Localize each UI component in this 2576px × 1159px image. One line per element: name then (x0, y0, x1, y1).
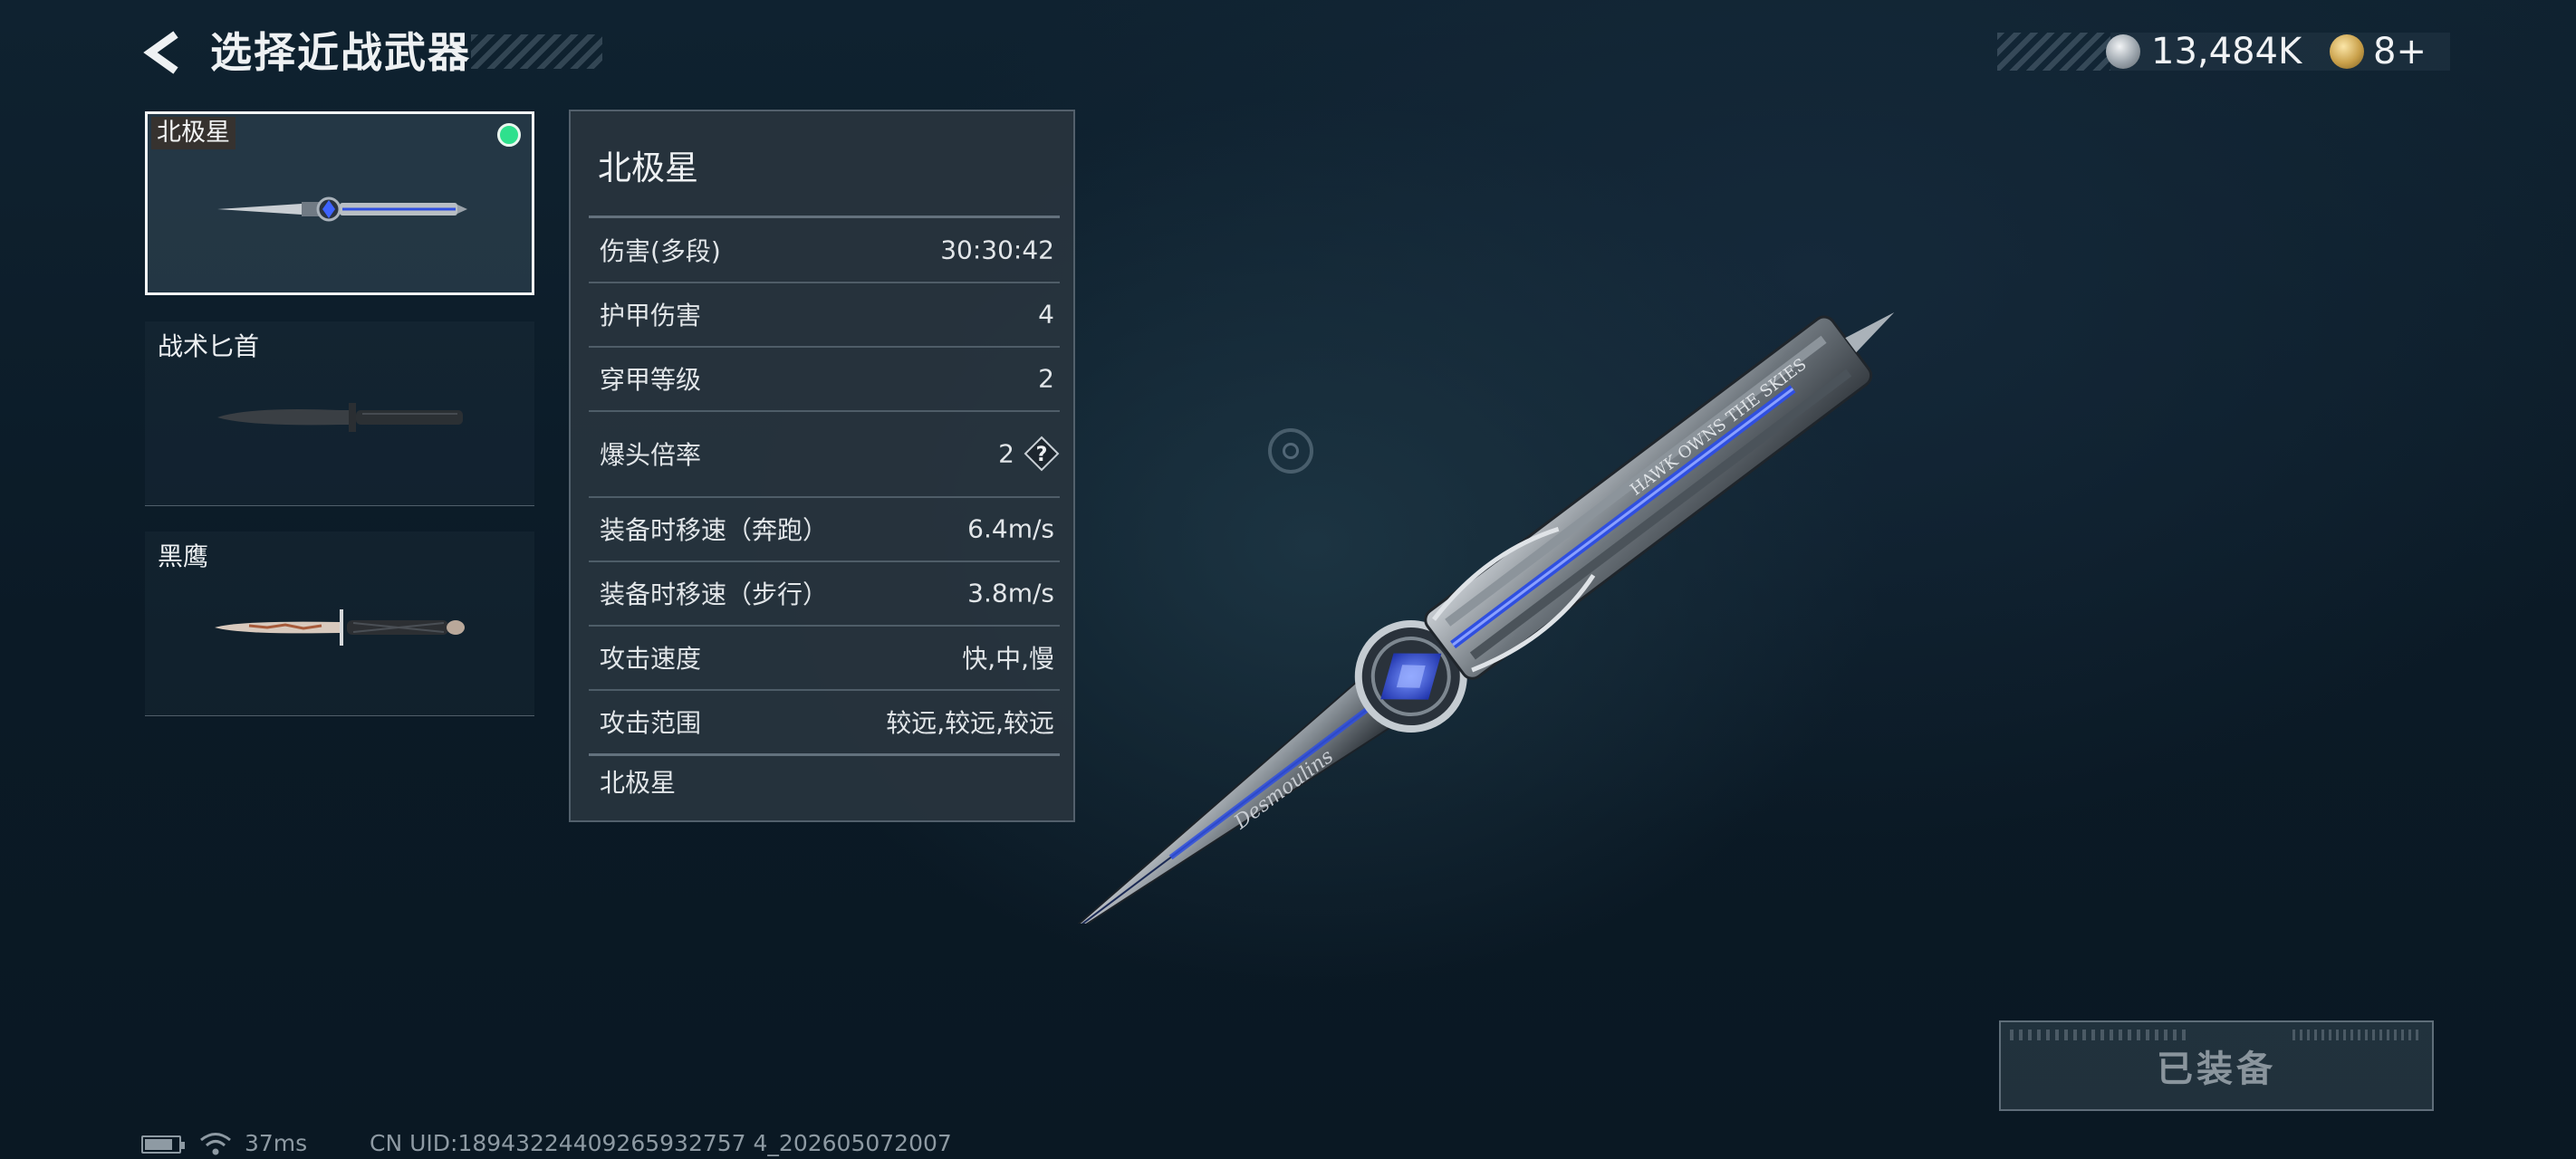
svg-text:?: ? (1036, 444, 1048, 466)
stat-label: 爆头倍率 (600, 440, 702, 470)
stat-label: 穿甲等级 (600, 365, 702, 395)
stat-value: 6.4m/s (967, 513, 1054, 544)
weapon-name: 黑鹰 (158, 541, 209, 571)
equipped-button[interactable]: 已装备 (1999, 1020, 2434, 1111)
back-button[interactable] (136, 25, 190, 80)
stat-row-attack-range: 攻击范围 较远,较远,较远 (589, 690, 1060, 756)
tactical-dagger-thumbnail (217, 403, 463, 432)
chevron-left-icon (143, 31, 178, 74)
currency-decoration (1997, 33, 2110, 71)
stat-row-damage: 伤害(多段) 30:30:42 (589, 218, 1060, 283)
user-id: CN UID:18943224409265932757 4_2026050720… (370, 1130, 952, 1156)
stat-label: 装备时移速（步行） (600, 580, 829, 609)
stat-row-walk-speed: 装备时移速（步行） 3.8m/s (589, 561, 1060, 627)
stat-value: 较远,较远,较远 (886, 708, 1054, 738)
weapon-card-tactical-dagger[interactable]: 战术匕首 (145, 321, 534, 506)
stat-value: 快,中,慢 (962, 644, 1054, 674)
battery-icon (141, 1135, 185, 1154)
stat-row-attack-speed: 攻击速度 快,中,慢 (589, 626, 1060, 691)
weapon-description: 北极星 (600, 768, 677, 798)
equipped-indicator (497, 123, 521, 147)
stat-label: 伤害(多段) (600, 236, 721, 266)
black-hawk-thumbnail (215, 609, 465, 646)
currency-bar: 13,484K 8+ (1997, 33, 2450, 71)
button-decoration (2292, 1030, 2419, 1040)
panel-title: 北极星 (598, 148, 698, 187)
title-decoration (471, 34, 602, 69)
silver-coin-icon (2106, 34, 2140, 69)
stat-label: 攻击速度 (600, 644, 702, 674)
stat-value: 30:30:42 (940, 235, 1054, 265)
wifi-icon (200, 1133, 231, 1155)
button-decoration (2010, 1030, 2191, 1040)
stat-row-headshot: 爆头倍率 2 ? (589, 411, 1060, 498)
equipped-button-label: 已装备 (2157, 1049, 2276, 1090)
gold-coin-icon (2330, 34, 2364, 69)
stat-row-armor-pierce: 穿甲等级 2 (589, 347, 1060, 412)
page-title: 选择近战武器 (210, 28, 471, 77)
weapon-card-polaris[interactable]: 北极星 (145, 111, 534, 295)
stat-value: 3.8m/s (967, 578, 1054, 608)
weapon-stats-panel: 北极星 伤害(多段) 30:30:42 护甲伤害 4 穿甲等级 2 爆头倍率 2… (569, 110, 1075, 822)
gold-balance: 8+ (2373, 31, 2427, 72)
weapon-card-black-hawk[interactable]: 黑鹰 (145, 532, 534, 716)
polaris-knife-thumbnail (217, 196, 467, 222)
stat-row-armor-damage: 护甲伤害 4 (589, 283, 1060, 348)
stat-label: 护甲伤害 (600, 301, 702, 330)
stat-label: 攻击范围 (600, 708, 702, 738)
coin-balance: 13,484K (2151, 31, 2302, 72)
weapon-name: 战术匕首 (158, 331, 260, 361)
ping-readout: 37ms (245, 1130, 308, 1156)
weapon-name: 北极星 (151, 117, 235, 149)
polaris-knife-model[interactable]: Desmoulins HAWK OWNS THE SKIES (1051, 290, 1956, 924)
stat-value: 2 (998, 438, 1014, 469)
stat-row-run-speed: 装备时移速（奔跑） 6.4m/s (589, 497, 1060, 562)
stat-label: 装备时移速（奔跑） (600, 515, 829, 545)
